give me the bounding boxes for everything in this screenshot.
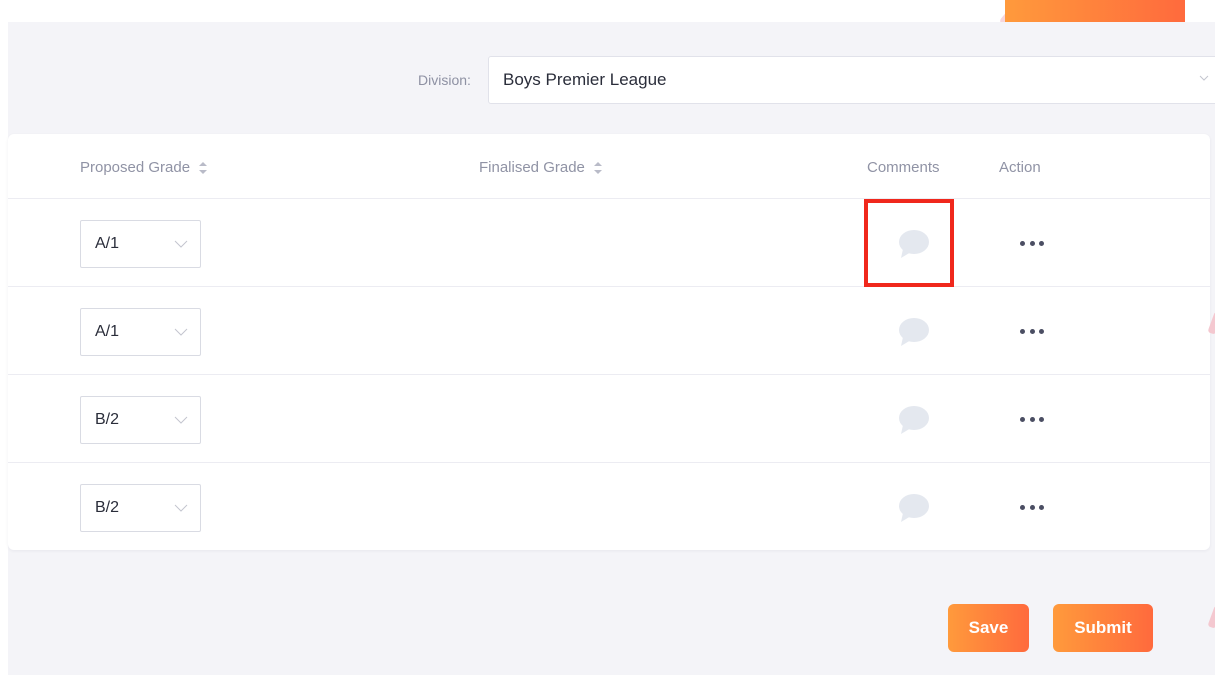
decorative-stripe <box>1207 605 1215 629</box>
table-row: A/1 <box>8 287 1210 375</box>
more-dot <box>1020 416 1025 422</box>
column-header-action: Action <box>999 159 1041 176</box>
comment-bubble-icon[interactable] <box>898 405 930 435</box>
more-dot <box>1029 416 1035 422</box>
column-header-label: Finalised Grade <box>479 159 585 176</box>
more-dot <box>1029 504 1035 510</box>
column-header-finalised-grade[interactable]: Finalised Grade <box>479 159 603 176</box>
chevron-down-icon <box>174 240 188 248</box>
chevron-down-icon <box>174 416 188 424</box>
grading-panel: Division: Boys Premier League Proposed G… <box>8 22 1215 675</box>
more-dot <box>1029 328 1035 334</box>
more-dot <box>1039 504 1044 510</box>
proposed-grade-select[interactable]: B/2 <box>80 396 201 444</box>
chevron-down-icon <box>1199 75 1209 81</box>
proposed-grade-value: B/2 <box>95 411 120 428</box>
proposed-grade-select[interactable]: A/1 <box>80 220 201 268</box>
more-actions-button[interactable] <box>1020 409 1044 429</box>
more-dot <box>1020 504 1025 510</box>
division-select-value: Boys Premier League <box>503 70 667 89</box>
more-actions-button[interactable] <box>1020 321 1044 341</box>
save-button[interactable]: Save <box>948 604 1029 652</box>
proposed-grade-value: B/2 <box>95 499 120 516</box>
column-header-label: Comments <box>867 159 940 176</box>
sort-icon[interactable] <box>593 161 603 175</box>
chevron-down-icon <box>174 504 188 512</box>
table-row: B/2 <box>8 463 1210 551</box>
more-dot <box>1029 240 1035 246</box>
comment-highlight-box <box>864 199 954 287</box>
more-dot <box>1039 416 1044 422</box>
division-select[interactable]: Boys Premier League <box>488 56 1215 104</box>
proposed-grade-select[interactable]: A/1 <box>80 308 201 356</box>
proposed-grade-value: A/1 <box>95 235 120 252</box>
more-dot <box>1020 328 1025 334</box>
comment-bubble-icon[interactable] <box>898 317 930 347</box>
column-header-label: Action <box>999 159 1041 176</box>
proposed-grade-value: A/1 <box>95 323 120 340</box>
column-header-label: Proposed Grade <box>80 159 191 176</box>
submit-button[interactable]: Submit <box>1053 604 1153 652</box>
chevron-down-icon <box>174 328 188 336</box>
sort-icon[interactable] <box>198 161 208 175</box>
table-row: B/2 <box>8 375 1210 463</box>
grades-table: Proposed Grade Finalised Grade Comments … <box>8 134 1210 550</box>
more-dot <box>1039 240 1044 246</box>
more-actions-button[interactable] <box>1020 497 1044 517</box>
column-header-proposed-grade[interactable]: Proposed Grade <box>80 159 208 176</box>
column-header-comments: Comments <box>867 159 940 176</box>
proposed-grade-select[interactable]: B/2 <box>80 484 201 532</box>
division-label: Division: <box>418 72 471 88</box>
more-dot <box>1020 240 1025 246</box>
comment-bubble-icon[interactable] <box>898 493 930 523</box>
more-dot <box>1039 328 1044 334</box>
more-actions-button[interactable] <box>1020 233 1044 253</box>
table-row: A/1 <box>8 199 1210 287</box>
